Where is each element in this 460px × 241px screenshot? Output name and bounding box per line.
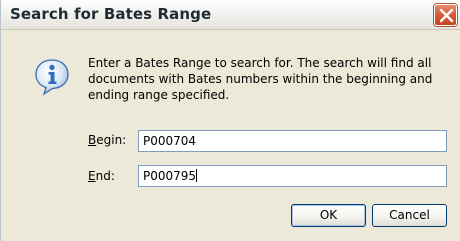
begin-label-mnemonic: B xyxy=(88,133,97,147)
end-label-mnemonic: E xyxy=(88,169,96,183)
close-icon xyxy=(439,8,454,23)
close-button[interactable] xyxy=(434,4,457,26)
dialog-message: Enter a Bates Range to search for. The s… xyxy=(88,56,433,102)
ok-button[interactable]: OK xyxy=(291,204,366,227)
end-label-rest: nd: xyxy=(95,169,115,183)
begin-label: Begin: xyxy=(88,133,126,147)
begin-label-rest: egin: xyxy=(96,133,127,147)
begin-input-value: P000704 xyxy=(143,134,197,148)
cancel-button[interactable]: Cancel xyxy=(372,204,447,227)
end-input[interactable]: P000795 xyxy=(138,165,447,187)
end-label: End: xyxy=(88,169,115,183)
text-caret xyxy=(196,169,198,182)
info-icon xyxy=(35,59,69,96)
end-input-value: P000795 xyxy=(143,169,197,183)
dialog-title: Search for Bates Range xyxy=(10,5,212,23)
title-bar[interactable]: Search for Bates Range xyxy=(1,0,460,30)
begin-input[interactable]: P000704 xyxy=(138,130,447,152)
search-bates-range-dialog: Search for Bates Range Enter a Bates Ran… xyxy=(0,0,460,241)
